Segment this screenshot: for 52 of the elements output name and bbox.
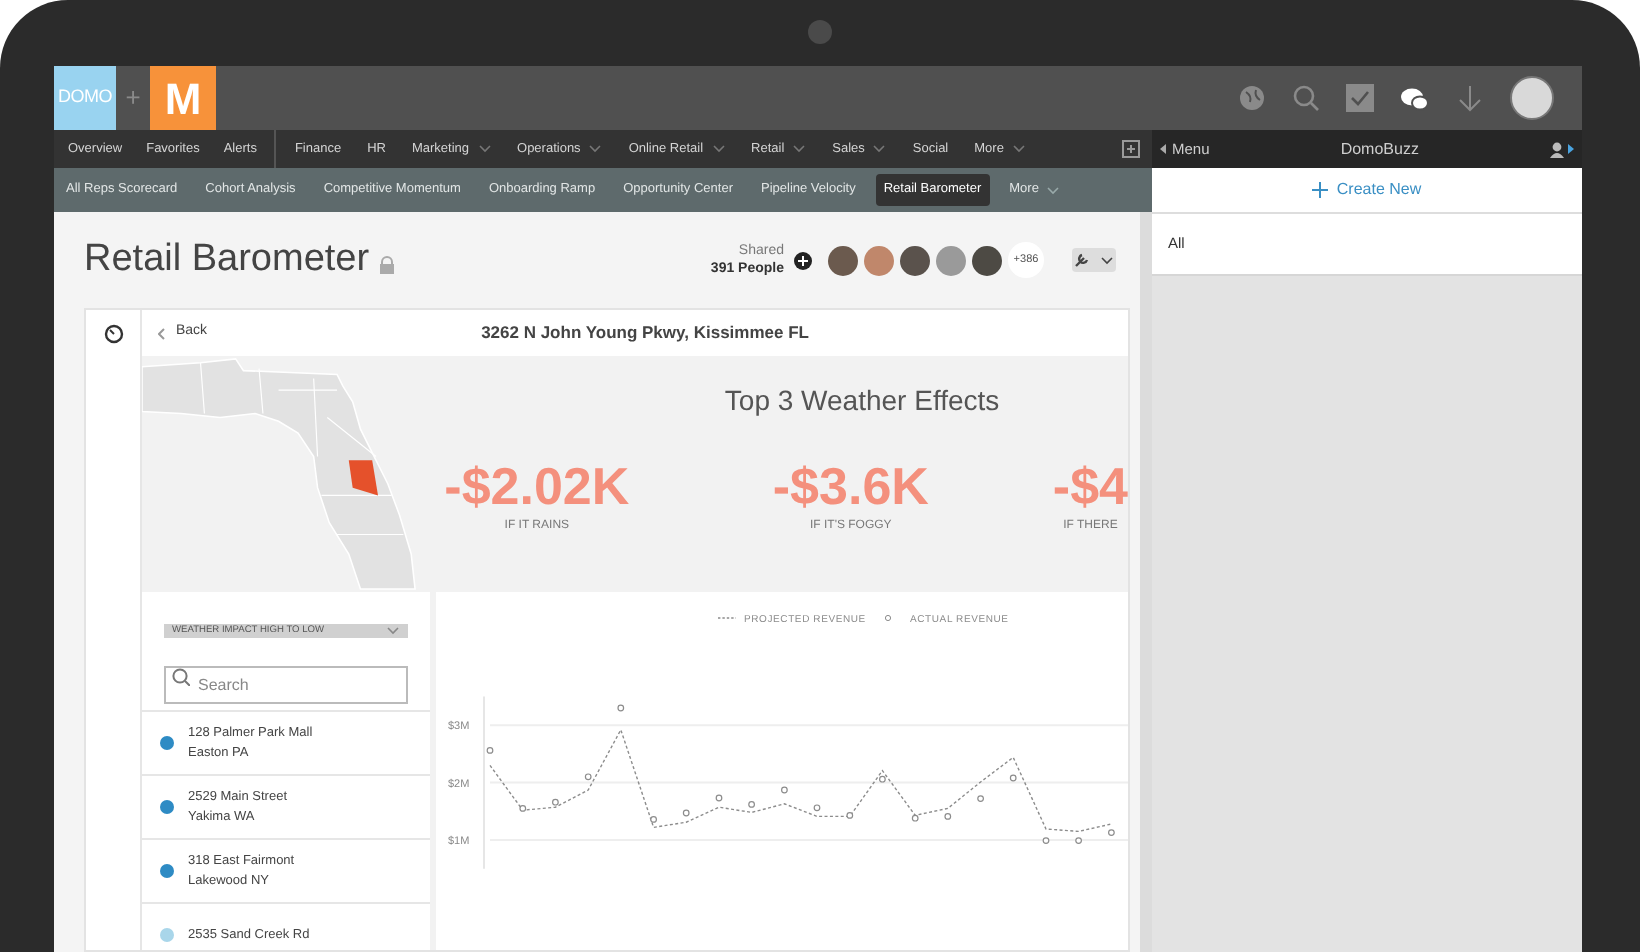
data-point [552, 798, 559, 806]
data-point [1108, 829, 1115, 836]
data-point [911, 814, 919, 822]
avatar[interactable] [1510, 76, 1554, 120]
data-point [715, 794, 723, 802]
data-point [781, 786, 788, 794]
plus-icon [1312, 182, 1329, 198]
data-point [1075, 837, 1082, 844]
caret-icon [1100, 255, 1114, 265]
avatar[interactable] [900, 245, 930, 275]
checkbox-icon[interactable] [1346, 84, 1374, 112]
add-person-icon[interactable] [794, 251, 812, 269]
search-icon [172, 668, 190, 687]
data-point [519, 805, 527, 812]
chat-icon[interactable] [1400, 85, 1430, 111]
chevron-left-icon [158, 327, 166, 339]
caret-icon [386, 626, 400, 637]
data-point [879, 775, 886, 783]
store-address: 3262 N John Young Pkwy, Kissimmee FL [481, 320, 809, 346]
data-point [977, 795, 984, 802]
data-point [846, 812, 854, 819]
person-icon[interactable] [1550, 141, 1564, 157]
data-point [584, 773, 592, 781]
wrench-icon [1074, 252, 1090, 268]
metric-value: -$2.02K [444, 458, 630, 514]
data-point [1009, 774, 1017, 782]
page-title: Retail Barometer [84, 235, 370, 284]
avatar[interactable] [972, 245, 1002, 275]
create-new-button[interactable]: Create New [1152, 168, 1582, 214]
camera-icon [808, 20, 832, 44]
data-point [1042, 837, 1050, 844]
avatar[interactable] [828, 245, 858, 275]
data-point [617, 704, 625, 712]
legend-dashed-line-icon [717, 617, 737, 619]
data-point [748, 801, 755, 808]
legend-point-icon [884, 614, 892, 622]
metric-value: -$4 [1052, 458, 1128, 514]
metric-value: -$3.6K [772, 458, 929, 514]
data-point [944, 813, 952, 820]
data-point [486, 747, 494, 754]
caret-right-icon[interactable] [1568, 144, 1574, 154]
panel-title: DomoBuzz [1338, 137, 1421, 161]
wrench-menu-button[interactable] [1072, 248, 1116, 272]
plus-sign: + [123, 80, 143, 117]
search-field[interactable]: Search [164, 666, 408, 705]
clock-icon[interactable] [103, 324, 123, 344]
effects-title: Top 3 Weather Effects [722, 382, 1002, 420]
add-page-icon[interactable] [1122, 140, 1140, 158]
data-point [682, 809, 690, 817]
data-point [813, 804, 821, 812]
caret-left-icon [1160, 144, 1166, 154]
data-point [650, 816, 657, 823]
